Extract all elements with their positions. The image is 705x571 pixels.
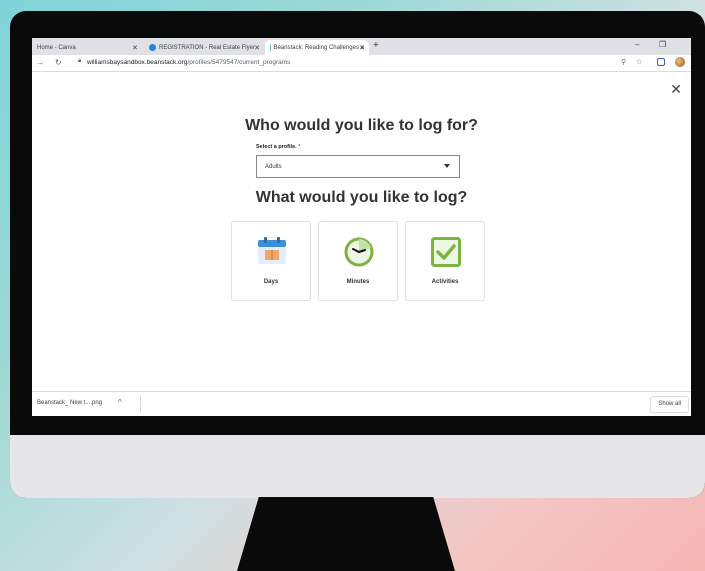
monitor-frame: Home - Canva ✕ REGISTRATION - Real Estat… xyxy=(10,11,705,498)
star-icon[interactable]: ☆ xyxy=(636,58,642,66)
profile-heading: Who would you like to log for? xyxy=(245,117,478,134)
profile-avatar[interactable] xyxy=(675,57,685,67)
tab-label: Home - Canva xyxy=(37,44,76,51)
log-days-card[interactable]: Days xyxy=(231,221,311,301)
required-mark: * xyxy=(298,144,301,150)
tab-beanstack[interactable]: Beanstack: Reading Challenges a ✕ xyxy=(265,40,369,55)
url-path: /profiles/5479547/current_programs xyxy=(187,59,291,66)
log-activities-card[interactable]: Activities xyxy=(405,221,485,301)
profile-select-label: Select a profile. * xyxy=(256,144,300,150)
log-minutes-card[interactable]: Minutes xyxy=(318,221,398,301)
profile-select-value: Adults xyxy=(265,164,282,170)
tab-label: REGISTRATION - Real Estate Flyer xyxy=(159,44,255,51)
checkbox-icon xyxy=(431,237,461,267)
new-tab-button[interactable]: + xyxy=(373,40,379,51)
calendar-icon xyxy=(258,237,286,264)
log-minutes-label: Minutes xyxy=(346,279,370,285)
address-bar: → ↻ 🔒︎ williamsbaysandbox.beanstack.org/… xyxy=(32,55,691,72)
tab-label: Beanstack: Reading Challenges a xyxy=(273,44,364,51)
monitor-chin xyxy=(10,435,705,498)
log-heading: What would you like to log? xyxy=(255,189,468,206)
browser-window: Home - Canva ✕ REGISTRATION - Real Estat… xyxy=(32,38,691,416)
zoom-icon[interactable]: ⚲ xyxy=(621,58,626,66)
label-text: Select a profile. xyxy=(256,144,297,150)
log-days-label: Days xyxy=(263,279,279,285)
chevron-up-icon[interactable]: ^ xyxy=(118,398,122,407)
chevron-down-icon xyxy=(444,164,450,168)
forward-icon[interactable]: → xyxy=(36,58,44,67)
download-item[interactable]: Beanstack_ New t....png xyxy=(37,400,102,406)
tab-canva[interactable]: Home - Canva ✕ xyxy=(32,40,142,55)
downloads-bar: Beanstack_ New t....png ^ Show all xyxy=(32,391,691,416)
monitor-stand xyxy=(237,497,455,571)
close-dialog-icon[interactable]: ✕ xyxy=(670,82,682,96)
tab-registration[interactable]: REGISTRATION - Real Estate Flyer ✕ xyxy=(144,40,264,55)
log-activities-label: Activities xyxy=(431,279,459,285)
close-icon[interactable]: ✕ xyxy=(359,44,365,52)
close-icon[interactable]: ✕ xyxy=(132,44,138,52)
heart-icon xyxy=(270,44,271,51)
url-host: williamsbaysandbox.beanstack.org xyxy=(87,59,188,66)
clock-icon xyxy=(344,237,374,267)
maximize-icon[interactable]: ❐ xyxy=(659,40,666,49)
tab-strip: Home - Canva ✕ REGISTRATION - Real Estat… xyxy=(32,38,691,55)
show-all-button[interactable]: Show all xyxy=(650,396,689,413)
lock-icon[interactable]: 🔒︎ xyxy=(78,58,81,65)
close-icon[interactable]: ✕ xyxy=(254,44,260,52)
extension-icon[interactable] xyxy=(657,58,665,66)
google-icon xyxy=(149,44,156,51)
reload-icon[interactable]: ↻ xyxy=(55,58,62,67)
profile-select[interactable]: Adults xyxy=(256,155,460,178)
divider xyxy=(140,395,141,413)
url-field[interactable]: williamsbaysandbox.beanstack.org/profile… xyxy=(87,59,290,66)
minimize-icon[interactable]: – xyxy=(635,40,639,49)
